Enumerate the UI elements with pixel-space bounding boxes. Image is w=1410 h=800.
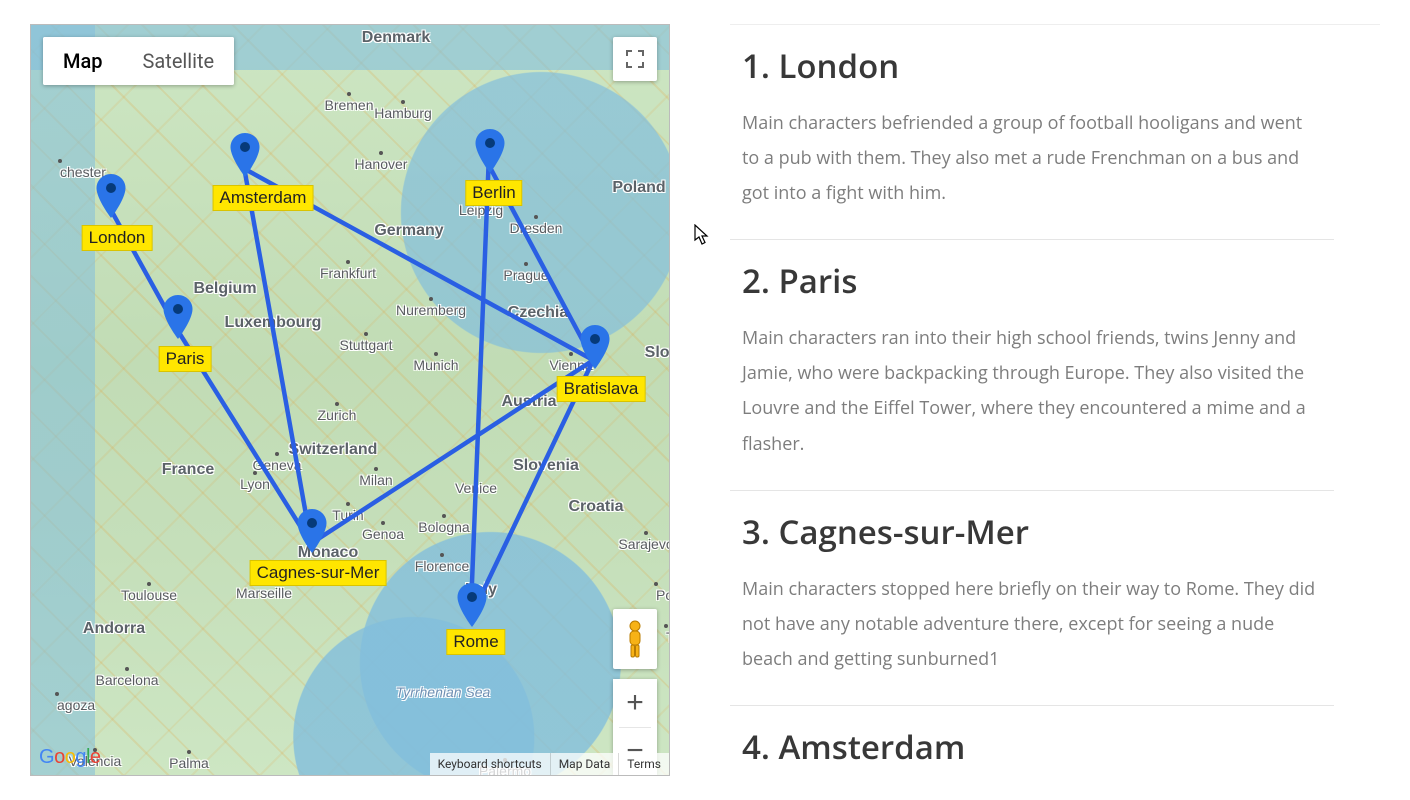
country-label: Austria bbox=[501, 393, 556, 411]
stop-card: 2. Paris Main characters ran into their h… bbox=[730, 240, 1334, 490]
city-label: Lyon bbox=[240, 476, 270, 492]
map-pin-bratislava[interactable] bbox=[579, 325, 611, 369]
city-label: Genoa bbox=[362, 526, 404, 542]
keyboard-shortcuts-link[interactable]: Keyboard shortcuts bbox=[430, 753, 550, 775]
city-label: Stuttgart bbox=[340, 337, 393, 353]
country-label: Slovenia bbox=[513, 457, 579, 475]
map-attributions: Keyboard shortcuts Map Data Terms bbox=[430, 753, 669, 775]
city-label: Bologna bbox=[418, 519, 469, 535]
stop-description: Main characters ran into their high scho… bbox=[742, 321, 1322, 461]
terms-link[interactable]: Terms bbox=[618, 753, 669, 775]
stops-list[interactable]: 1. London Main characters befriended a gr… bbox=[730, 24, 1380, 776]
country-label: Switzerland bbox=[289, 441, 378, 459]
city-label: Hamburg bbox=[374, 105, 432, 121]
city-label: Zurich bbox=[318, 407, 357, 423]
country-label: Luxembourg bbox=[225, 314, 322, 332]
city-label: Munich bbox=[413, 357, 458, 373]
country-label: Poland bbox=[612, 179, 665, 197]
google-logo: Google bbox=[39, 746, 101, 769]
map-pin-paris[interactable] bbox=[162, 295, 194, 339]
city-label: Florence bbox=[415, 558, 469, 574]
country-label: Czechia bbox=[508, 304, 568, 322]
country-label: Belgium bbox=[193, 280, 256, 298]
city-label: Palma bbox=[169, 755, 209, 771]
fullscreen-icon bbox=[626, 50, 644, 68]
country-label: Denmark bbox=[362, 29, 430, 47]
city-label: agoza bbox=[57, 697, 95, 713]
stop-title: 3. Cagnes-sur-Mer bbox=[742, 509, 1322, 554]
stop-title: 1. London bbox=[742, 43, 1322, 88]
city-label: Nuremberg bbox=[396, 302, 466, 318]
city-label: Tir bbox=[666, 629, 670, 645]
city-label: Venice bbox=[455, 480, 497, 496]
map-data-link[interactable]: Map Data bbox=[550, 753, 619, 775]
city-label: Bremen bbox=[324, 97, 373, 113]
city-label: Pod bbox=[656, 587, 670, 603]
stop-title: 4. Amsterdam bbox=[742, 724, 1322, 769]
city-label: Toulouse bbox=[121, 587, 177, 603]
map-pin-label: Paris bbox=[159, 346, 212, 372]
zoom-in-button[interactable]: + bbox=[613, 679, 657, 727]
map-pin-label: Bratislava bbox=[557, 376, 646, 402]
city-label: Milan bbox=[359, 472, 392, 488]
country-label: Andorra bbox=[83, 620, 145, 638]
map-pin-amsterdam[interactable] bbox=[229, 133, 261, 177]
map-pin-cagnes-sur-mer[interactable] bbox=[296, 509, 328, 553]
stop-card: 4. AmsterdamMain characters stayed at a … bbox=[730, 706, 1334, 776]
city-label: Frankfurt bbox=[320, 265, 376, 281]
pegman-button[interactable] bbox=[613, 609, 657, 669]
city-label: Geneva bbox=[252, 457, 301, 473]
city-label: Hanover bbox=[355, 156, 408, 172]
country-label: Germany bbox=[374, 222, 443, 240]
country-label: France bbox=[162, 461, 214, 479]
city-label: Prague bbox=[503, 267, 548, 283]
map-type-toolbar: Map Satellite bbox=[43, 37, 234, 85]
city-label: Dresden bbox=[510, 220, 563, 236]
country-label: Slova bbox=[645, 344, 670, 362]
stop-title: 2. Paris bbox=[742, 258, 1322, 303]
country-label: Croatia bbox=[568, 498, 623, 516]
city-label: Barcelona bbox=[95, 672, 158, 688]
city-label: Marseille bbox=[236, 585, 292, 601]
sea-label: Tyrrhenian Sea bbox=[396, 684, 491, 700]
map-pin-label: London bbox=[82, 225, 153, 251]
map-type-satellite-button[interactable]: Satellite bbox=[123, 37, 235, 85]
map-pin-label: Amsterdam bbox=[213, 185, 314, 211]
fullscreen-button[interactable] bbox=[613, 37, 657, 81]
city-label: Turin bbox=[332, 507, 363, 523]
map-pin-berlin[interactable] bbox=[474, 129, 506, 173]
stop-description: Main characters befriended a group of fo… bbox=[742, 106, 1322, 211]
city-label: Sarajevo bbox=[618, 536, 670, 552]
map-type-map-button[interactable]: Map bbox=[43, 37, 123, 85]
map-pin-label: Rome bbox=[446, 629, 505, 655]
map-pin-label: Berlin bbox=[465, 180, 522, 206]
map-canvas[interactable]: Denmark Poland Germany Belgium Luxembourg Cze… bbox=[30, 24, 670, 776]
map-pin-label: Cagnes-sur-Mer bbox=[250, 560, 387, 586]
map-pin-rome[interactable] bbox=[456, 583, 488, 627]
stop-description: Main characters stopped here briefly on … bbox=[742, 572, 1322, 677]
stop-card: 3. Cagnes-sur-Mer Main characters stopped… bbox=[730, 491, 1334, 706]
stop-card: 1. London Main characters befriended a gr… bbox=[730, 25, 1334, 240]
pegman-icon bbox=[622, 619, 648, 659]
map-pin-london[interactable] bbox=[95, 174, 127, 218]
